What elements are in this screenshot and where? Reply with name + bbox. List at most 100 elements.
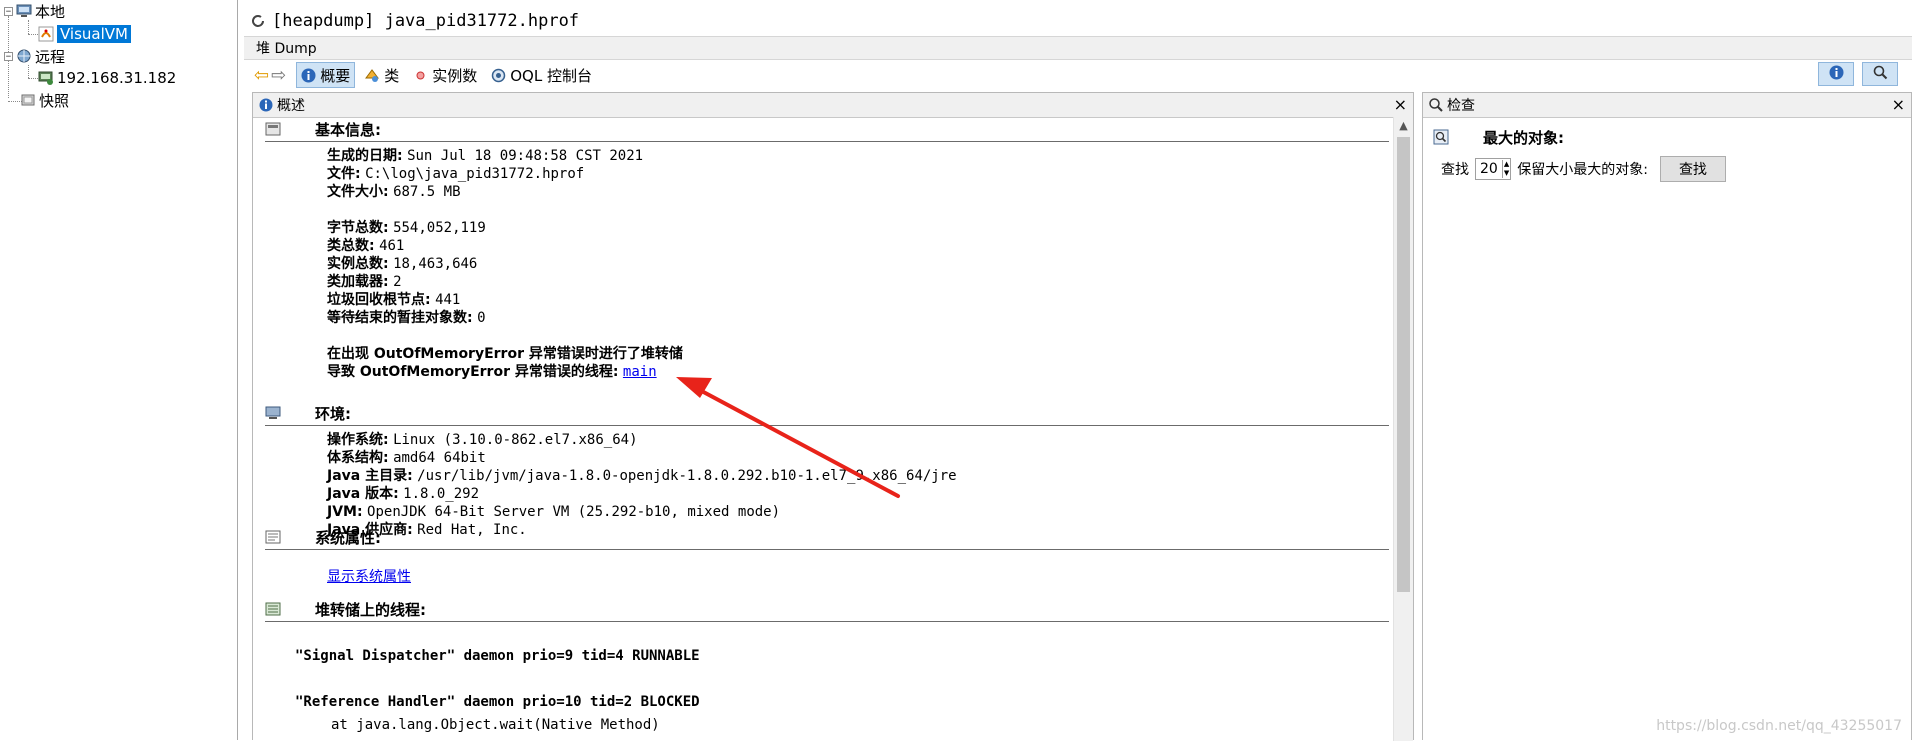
row-value: 2 xyxy=(393,274,402,290)
oql-icon xyxy=(491,68,506,83)
environment-row: 操作系统: Linux (3.10.0-862.el7.x86_64) xyxy=(327,431,638,449)
row-label: 操作系统: xyxy=(327,432,389,448)
oql-console-label: OQL 控制台 xyxy=(510,66,592,85)
info-icon xyxy=(1829,65,1844,84)
tree-label-remote: 远程 xyxy=(35,47,66,66)
biggest-objects-icon xyxy=(1433,129,1449,145)
close-icon[interactable]: × xyxy=(1394,95,1407,114)
row-label: 实例总数: xyxy=(327,256,389,272)
row-label: 文件: xyxy=(327,166,361,182)
count-spinner[interactable]: 20 ▲ ▼ xyxy=(1475,158,1512,180)
oom-thread-link[interactable]: main xyxy=(623,364,657,380)
instances-view-label: 实例数 xyxy=(432,66,478,85)
tree-node-remote[interactable]: − 远程 xyxy=(4,45,65,67)
oql-console-button[interactable]: OQL 控制台 xyxy=(487,62,596,88)
oom-note: 在出现 OutOfMemoryError 异常错误时进行了堆转储 xyxy=(327,346,683,362)
heap-dump-subtab[interactable]: 堆 Dump xyxy=(256,38,317,58)
remote-machine-icon xyxy=(38,70,54,86)
oom-thread-label: 导致 OutOfMemoryError 异常错误的线程: xyxy=(327,364,619,380)
search-icon xyxy=(1873,65,1888,84)
environment-icon xyxy=(265,406,281,420)
row-value: 687.5 MB xyxy=(393,184,461,200)
environment-section-header: 环境: xyxy=(265,401,1389,426)
row-value: 18,463,646 xyxy=(393,256,478,272)
document-title-bar: [heapdump] java_pid31772.hprof xyxy=(244,6,1912,36)
row-value: /usr/lib/jvm/java-1.8.0-openjdk-1.8.0.29… xyxy=(417,468,957,484)
forward-arrow-icon[interactable]: ⇨ xyxy=(271,65,286,86)
row-label: 垃圾回收根节点: xyxy=(327,292,431,308)
tree-node-visualvm[interactable]: VisualVM xyxy=(38,23,131,45)
overview-panel-title: 概述 xyxy=(277,98,305,114)
basic-info-row: 文件: C:\log\java_pid31772.hprof xyxy=(327,165,584,183)
inspect-panel-title: 检查 xyxy=(1447,98,1475,114)
spinner-up-icon[interactable]: ▲ xyxy=(1504,160,1509,169)
biggest-objects-header: 最大的对象: xyxy=(1433,125,1903,149)
classes-view-button[interactable]: 类 xyxy=(361,62,403,88)
thread-entry: "Signal Dispatcher" daemon prio=9 tid=4 … xyxy=(295,648,700,664)
info-icon xyxy=(301,68,316,83)
navigator-tree: − 本地 VisualVM − 远程 192.168.31.182 快照 xyxy=(0,0,238,740)
scroll-up-arrow-icon[interactable]: ▲ xyxy=(1394,117,1413,135)
back-arrow-icon[interactable]: ⇦ xyxy=(254,65,269,86)
row-value: Linux (3.10.0-862.el7.x86_64) xyxy=(393,432,638,448)
instances-view-button[interactable]: 实例数 xyxy=(409,62,481,88)
basic-info-row: 字节总数: 554,052,119 xyxy=(327,219,486,237)
row-value: OpenJDK 64-Bit Server VM (25.292-b10, mi… xyxy=(367,504,781,520)
info-panel-toggle[interactable] xyxy=(1818,62,1854,86)
tree-label-local: 本地 xyxy=(35,2,66,21)
system-properties-section-header: 系统属性: xyxy=(265,525,1389,550)
row-label: 文件大小: xyxy=(327,184,389,200)
collapse-toggle[interactable]: − xyxy=(4,51,13,61)
row-label: 等待结束的暂挂对象数: xyxy=(327,310,473,326)
overview-panel-header: 概述 × xyxy=(253,93,1413,118)
system-properties-title: 系统属性: xyxy=(315,528,381,547)
overview-content: 基本信息: 生成的日期: Sun Jul 18 09:48:58 CST 202… xyxy=(253,117,1393,741)
spinner-down-icon[interactable]: ▼ xyxy=(1504,169,1509,178)
close-icon[interactable]: × xyxy=(1892,95,1905,114)
basic-info-icon xyxy=(265,122,281,136)
classes-icon xyxy=(365,68,380,83)
row-label: 字节总数: xyxy=(327,220,389,236)
view-toolbar: ⇦ ⇨ 概要 类 实例数 OQL 控制台 xyxy=(244,60,1912,90)
watermark: https://blog.csdn.net/qq_43255017 xyxy=(1656,718,1902,734)
basic-info-row: 类加载器: 2 xyxy=(327,273,402,291)
inspect-panel: 检查 × 最大的对象: 查找 20 ▲ ▼ 保留大小最大的对象: 查找 xyxy=(1422,92,1912,740)
row-value: 461 xyxy=(379,238,405,254)
inspect-panel-toggle[interactable] xyxy=(1862,62,1898,86)
instance-dot-icon xyxy=(413,68,428,83)
basic-info-row: 文件大小: 687.5 MB xyxy=(327,183,461,201)
biggest-objects-title: 最大的对象: xyxy=(1483,128,1564,147)
basic-info-row: 类总数: 461 xyxy=(327,237,404,255)
show-system-properties-link[interactable]: 显示系统属性 xyxy=(327,568,411,586)
java-app-icon xyxy=(38,26,54,42)
row-label: Java 主目录: xyxy=(327,468,413,484)
basic-info-row: 垃圾回收根节点: 441 xyxy=(327,291,460,309)
main-area: [heapdump] java_pid31772.hprof 堆 Dump ⇦ … xyxy=(244,0,1912,741)
environment-row: JVM: OpenJDK 64-Bit Server VM (25.292-b1… xyxy=(327,503,780,521)
properties-icon xyxy=(265,530,281,544)
row-value: Sun Jul 18 09:48:58 CST 2021 xyxy=(407,148,644,164)
remote-host-icon xyxy=(16,48,32,64)
row-label: 生成的日期: xyxy=(327,148,403,164)
threads-icon xyxy=(265,602,281,616)
thread-entry: "Reference Handler" daemon prio=10 tid=2… xyxy=(295,694,700,710)
scrollbar-thumb[interactable] xyxy=(1397,137,1410,592)
find-label: 查找 xyxy=(1441,162,1469,178)
basic-info-row: 生成的日期: Sun Jul 18 09:48:58 CST 2021 xyxy=(327,147,643,165)
local-host-icon xyxy=(16,3,32,19)
tree-node-host[interactable]: 192.168.31.182 xyxy=(38,67,176,89)
snapshots-icon xyxy=(20,92,36,108)
show-system-properties-label: 显示系统属性 xyxy=(327,569,411,585)
threads-section-header: 堆转储上的线程: xyxy=(265,597,1389,622)
row-label: 类加载器: xyxy=(327,274,389,290)
search-icon xyxy=(1429,98,1443,112)
summary-view-button[interactable]: 概要 xyxy=(296,62,356,88)
tree-node-snapshots[interactable]: 快照 xyxy=(20,89,69,111)
tree-node-local[interactable]: − 本地 xyxy=(4,0,65,22)
collapse-toggle[interactable]: − xyxy=(4,6,13,16)
find-button[interactable]: 查找 xyxy=(1659,156,1726,182)
basic-info-row: 等待结束的暂挂对象数: 0 xyxy=(327,309,486,327)
row-label: 类总数: xyxy=(327,238,375,254)
overview-scrollbar[interactable]: ▲ xyxy=(1393,117,1413,741)
classes-view-label: 类 xyxy=(384,66,400,85)
